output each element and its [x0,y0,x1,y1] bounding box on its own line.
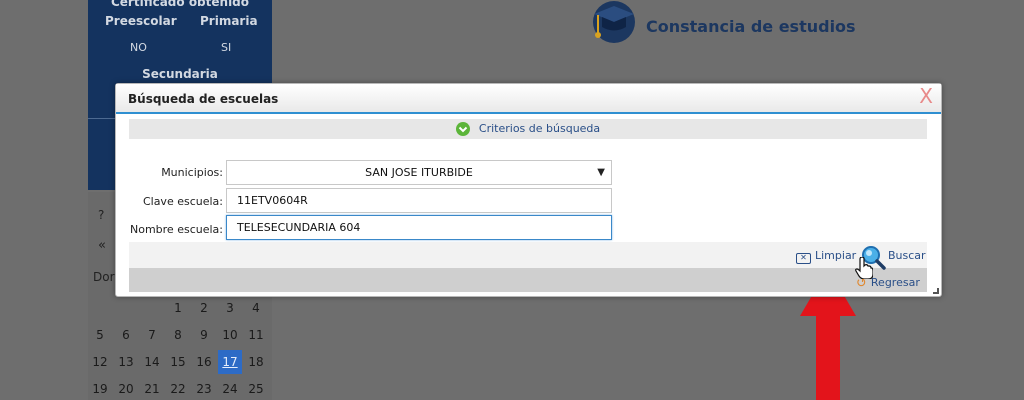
calendar-day[interactable]: 13 [114,350,138,374]
criteria-label: Criterios de búsqueda [478,122,601,135]
calendar-day[interactable]: 4 [244,296,268,320]
municipio-value: SAN JOSE ITURBIDE [365,166,473,179]
calendar-prev-button[interactable]: « [98,238,106,253]
search-schools-dialog: Búsqueda de escuelas X Criterios de búsq… [115,83,942,297]
calendar-day[interactable]: 8 [166,323,190,347]
calendar-day[interactable]: 19 [88,377,112,400]
clear-button[interactable]: ✕ Limpiar [796,249,856,264]
clave-label: Clave escuela: [142,195,223,208]
search-label: Buscar [888,249,926,262]
calendar-day[interactable]: 14 [140,350,164,374]
resize-handle[interactable] [933,288,939,294]
calendar-day[interactable]: 10 [218,323,242,347]
calendar-day[interactable]: 25 [244,377,268,400]
clear-label: Limpiar [815,249,857,262]
primaria-label: Primaria [200,14,258,28]
secundaria-label: Secundaria [142,67,218,81]
calendar-day[interactable]: 18 [244,350,268,374]
calendar-day[interactable]: 3 [218,296,242,320]
calendar-day[interactable]: 12 [88,350,112,374]
calendar-weekday-label: Dor [93,270,115,284]
criteria-header[interactable]: Criterios de búsqueda [129,119,927,139]
chevron-down-icon: ▼ [597,167,605,178]
calendar-day[interactable]: 11 [244,323,268,347]
calendar-day[interactable]: 17 [218,350,242,374]
nombre-label: Nombre escuela: [130,223,223,236]
calendar-day[interactable]: 16 [192,350,216,374]
preescolar-label: Preescolar [105,14,177,28]
calendar-day[interactable]: 1 [166,296,190,320]
calendar-help-button[interactable]: ? [98,208,104,222]
dialog-header: Búsqueda de escuelas X [116,84,941,114]
clave-input[interactable]: 11ETV0604R [226,188,612,213]
dialog-title: Búsqueda de escuelas [128,92,279,106]
calendar-day[interactable]: 9 [192,323,216,347]
calendar-day[interactable]: 6 [114,323,138,347]
graduation-cap-icon [588,0,638,46]
municipio-label: Municipios: [161,166,223,179]
calendar-day[interactable]: 15 [166,350,190,374]
calendar-day[interactable]: 20 [114,377,138,400]
primaria-value: SI [221,41,232,54]
results-strip [129,268,927,292]
calendar-day[interactable]: 7 [140,323,164,347]
chevron-down-circle-icon [455,122,470,136]
page-title: Constancia de estudios [646,17,856,36]
certificate-title: Certificado obtenido [110,0,250,9]
preescolar-value: NO [130,41,147,54]
back-label: Regresar [870,276,920,289]
calendar-day[interactable]: 5 [88,323,112,347]
nombre-input[interactable]: TELESECUNDARIA 604 [226,215,612,240]
municipio-select[interactable]: SAN JOSE ITURBIDE ▼ [226,160,612,185]
clear-icon: ✕ [796,253,811,264]
calendar-day[interactable]: 22 [166,377,190,400]
calendar-day[interactable]: 2 [192,296,216,320]
close-button[interactable]: X [919,84,933,108]
calendar-day[interactable]: 23 [192,377,216,400]
calendar-day[interactable]: 21 [140,377,164,400]
calendar-day[interactable]: 24 [218,377,242,400]
hand-cursor-icon [855,257,873,279]
